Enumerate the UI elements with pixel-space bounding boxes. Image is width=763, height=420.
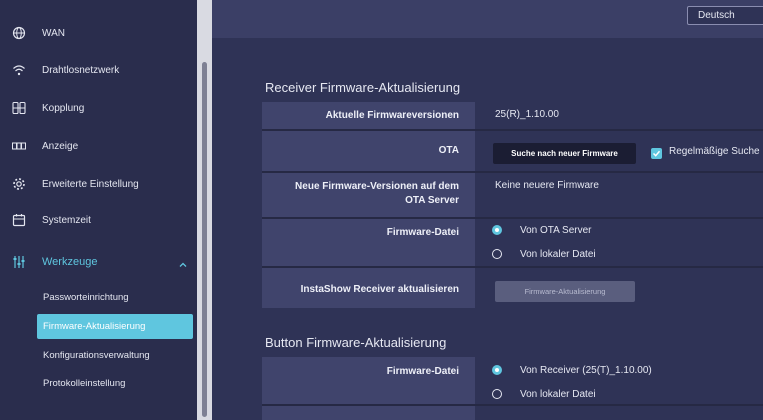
sidebar-item-wan[interactable]: WAN — [0, 16, 197, 50]
tools-icon — [12, 255, 26, 269]
sidebar-scrollbar-thumb[interactable] — [202, 62, 207, 417]
sidebar-item-label: Drahtlosnetzwerk — [42, 64, 120, 76]
radio-from-receiver[interactable]: Von Receiver (25(T)_1.10.00) — [492, 362, 652, 378]
radio-ota-server[interactable]: Von OTA Server — [492, 222, 592, 238]
new-firmware-label-line2: OTA Server — [405, 195, 459, 206]
sidebar-item-label: Anzeige — [42, 140, 79, 152]
sidebar: WAN Drahtlosnetzwerk Kopplung Anzeige Er… — [0, 0, 197, 420]
gear-icon — [12, 177, 26, 191]
sidebar-item-label: Werkzeuge — [42, 256, 98, 268]
button-firmware-file-label: Firmware-Datei — [386, 366, 459, 377]
sidebar-item-label: Kopplung — [42, 102, 85, 114]
update-receiver-label: InstaShow Receiver aktualisieren — [300, 284, 459, 295]
sidebar-subitem-password[interactable]: Passworteinrichtung — [37, 285, 193, 310]
sidebar-subitem-config[interactable]: Konfigurationsverwaltung — [37, 343, 193, 368]
main-content: Deutsch Receiver Firmware-Aktualisierung… — [212, 0, 763, 420]
radio-button-local-file[interactable]: Von lokaler Datei — [492, 386, 596, 402]
sidebar-subitem-label: Protokolleinstellung — [43, 378, 126, 389]
sidebar-item-display[interactable]: Anzeige — [0, 129, 197, 163]
periodic-search-checkbox[interactable] — [651, 148, 662, 159]
new-firmware-value: Keine neuere Firmware — [495, 180, 599, 191]
row-value-cell — [477, 406, 763, 420]
sidebar-subitem-label: Passworteinrichtung — [43, 292, 129, 303]
sidebar-item-pairing[interactable]: Kopplung — [0, 91, 197, 125]
sidebar-subitem-label: Konfigurationsverwaltung — [43, 350, 150, 361]
sidebar-item-advanced[interactable]: Erweiterte Einstellung — [0, 167, 197, 201]
top-bar: Deutsch — [212, 0, 763, 38]
pairing-icon — [12, 101, 26, 115]
chevron-up-icon — [178, 257, 188, 267]
sidebar-item-tools[interactable]: Werkzeuge — [0, 245, 197, 279]
search-firmware-button[interactable]: Suche nach neuer Firmware — [493, 143, 636, 164]
current-firmware-label: Aktuelle Firmwareversionen — [325, 110, 459, 121]
radio-label: Von lokaler Datei — [520, 248, 596, 260]
sidebar-item-label: WAN — [42, 27, 65, 39]
firmware-file-label: Firmware-Datei — [386, 227, 459, 238]
firmware-update-button[interactable]: Firmware-Aktualisierung — [495, 281, 635, 302]
new-firmware-label: Neue Firmware-Versionen auf dem OTA Serv… — [262, 180, 459, 208]
radio-label: Von Receiver (25(T)_1.10.00) — [520, 364, 652, 376]
sidebar-subitem-label: Firmware-Aktualisierung — [43, 321, 146, 332]
radio-selected-icon — [492, 365, 502, 375]
sidebar-subitem-firmware-update[interactable]: Firmware-Aktualisierung — [37, 314, 193, 339]
language-value: Deutsch — [698, 10, 735, 21]
calendar-icon — [12, 213, 26, 227]
sidebar-item-label: Systemzeit — [42, 214, 91, 226]
checkmark-icon — [652, 150, 661, 157]
radio-label: Von OTA Server — [520, 224, 592, 236]
new-firmware-label-line1: Neue Firmware-Versionen auf dem — [295, 181, 459, 192]
radio-selected-icon — [492, 225, 502, 235]
sidebar-subitem-log[interactable]: Protokolleinstellung — [37, 371, 193, 396]
radio-unselected-icon — [492, 249, 502, 259]
display-icon — [12, 139, 26, 153]
sidebar-item-label: Erweiterte Einstellung — [42, 178, 139, 190]
sidebar-item-systemtime[interactable]: Systemzeit — [0, 203, 197, 237]
radio-label: Von lokaler Datei — [520, 388, 596, 400]
globe-icon — [12, 26, 26, 40]
sidebar-item-wireless[interactable]: Drahtlosnetzwerk — [0, 53, 197, 87]
receiver-section-title: Receiver Firmware-Aktualisierung — [265, 80, 461, 95]
radio-unselected-icon — [492, 389, 502, 399]
language-select[interactable]: Deutsch — [687, 6, 763, 25]
periodic-search-label: Regelmäßige Suche — [669, 146, 760, 157]
radio-local-file[interactable]: Von lokaler Datei — [492, 246, 596, 262]
wifi-icon — [12, 63, 26, 77]
row-label-cell — [262, 406, 475, 420]
button-section-title: Button Firmware-Aktualisierung — [265, 335, 447, 350]
current-firmware-value: 25(R)_1.10.00 — [495, 109, 559, 120]
ota-label: OTA — [438, 145, 459, 156]
